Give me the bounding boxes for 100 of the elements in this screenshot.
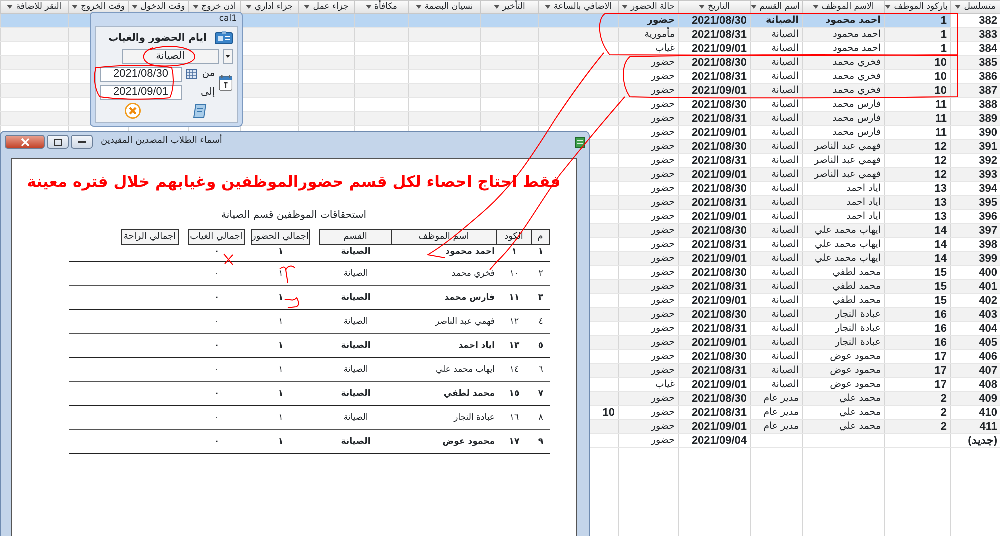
table-cell: احمد محمود: [802, 28, 884, 42]
table-cell: الصيانة: [750, 168, 802, 182]
dropdown-caret-icon[interactable]: [494, 4, 500, 9]
close-button[interactable]: [5, 135, 45, 149]
table-cell: 12: [884, 168, 950, 182]
table-cell: ١٦: [497, 406, 532, 430]
table-cell: (جديد): [950, 434, 1000, 448]
table-cell: الصيانة: [750, 196, 802, 210]
column-header[interactable]: نسيان البصمة: [408, 0, 480, 14]
table-cell: الصيانة: [750, 336, 802, 350]
table-cell: 1: [884, 14, 950, 28]
table-cell: ٣: [532, 286, 550, 310]
column-header[interactable]: التاريخ: [678, 0, 750, 14]
table-cell: ١: [252, 358, 310, 382]
table-cell: ٠: [189, 245, 245, 262]
window-title: cal1: [219, 14, 237, 24]
dropdown-caret-icon[interactable]: [7, 4, 14, 9]
table-cell: 2: [884, 392, 950, 406]
table-cell: ١: [252, 310, 310, 334]
column-header[interactable]: النقر للاضافة: [0, 0, 68, 14]
column-header[interactable]: اذن خروج: [188, 0, 240, 14]
dropdown-caret-icon[interactable]: [622, 4, 628, 9]
table-cell: 2021/08/30: [678, 392, 750, 406]
table-cell: 2021/08/31: [678, 280, 750, 294]
table-cell: فارس محمد: [392, 286, 497, 310]
column-header[interactable]: الاسم الموظف: [802, 0, 884, 14]
dropdown-caret-icon[interactable]: [246, 4, 252, 9]
column-header: اجمالي الغياب: [188, 229, 245, 246]
column-header[interactable]: الاضافي بالساعة: [538, 0, 618, 14]
table-cell: ٠: [189, 262, 245, 286]
table-cell: الصيانة: [750, 308, 802, 322]
dropdown-caret-icon[interactable]: [544, 4, 551, 9]
table-cell: 391: [950, 140, 1000, 154]
dropdown-caret-icon[interactable]: [366, 4, 372, 9]
table-cell: الصيانة: [320, 358, 392, 382]
table-cell: 411: [950, 420, 1000, 434]
table-cell: حضور: [618, 168, 678, 182]
table-cell: حضور: [618, 140, 678, 154]
dropdown-caret-icon[interactable]: [72, 4, 78, 9]
column-header[interactable]: مكافأة: [354, 0, 408, 14]
report-heading: استحقاقات الموظفين قسم الصيانة: [222, 209, 366, 224]
table-cell: 17: [884, 364, 950, 378]
notepad-icon[interactable]: [192, 103, 208, 119]
table-cell: الصيانة: [750, 252, 802, 266]
dropdown-caret-icon[interactable]: [955, 4, 962, 9]
table-cell: عبادة النجار: [802, 336, 884, 350]
table-cell: ٨: [532, 406, 550, 430]
dropdown-caret-icon[interactable]: [304, 4, 310, 9]
column-header: القسم: [319, 229, 392, 246]
column-header[interactable]: اسم القسم: [750, 0, 802, 14]
table-cell: ١: [252, 382, 310, 406]
app-icon: [575, 136, 585, 148]
column-header[interactable]: حالة الحضور: [618, 0, 678, 14]
calendar-grid-icon[interactable]: [186, 69, 197, 79]
maximize-button[interactable]: [47, 135, 69, 149]
column-header[interactable]: باركود الموظف: [884, 0, 950, 14]
column-header[interactable]: التأخير: [480, 0, 538, 14]
table-cell: حضور: [618, 252, 678, 266]
column-header[interactable]: جزاء اداري: [240, 0, 298, 14]
table-cell: 14: [884, 224, 950, 238]
table-cell: ١٧: [497, 430, 532, 454]
table-cell: ايهاب محمد علي: [392, 358, 497, 382]
table-cell: ٠: [189, 382, 245, 406]
table-cell: ٥: [532, 334, 550, 358]
table-cell: 2021/09/01: [678, 252, 750, 266]
table-cell: حضور: [618, 280, 678, 294]
department-combo[interactable]: الصيانة: [122, 48, 219, 64]
date-field[interactable]: 2021/08/30: [100, 66, 182, 82]
table-cell: الصيانة: [320, 334, 392, 358]
table-cell: الصيانة: [750, 14, 802, 28]
table-cell: ٠: [189, 358, 245, 382]
dropdown-caret-icon[interactable]: [698, 4, 705, 9]
table-cell: 2021/08/31: [678, 28, 750, 42]
column-header[interactable]: وقت الدخول: [128, 0, 188, 14]
column-header[interactable]: متسلسل: [950, 0, 1000, 14]
table-cell: اياد احمد: [802, 196, 884, 210]
table-cell: ايهاب محمد علي: [802, 224, 884, 238]
field-label: من: [201, 67, 216, 81]
dropdown-caret-icon[interactable]: [812, 4, 819, 9]
table-cell: فهمي عبد الناصر: [392, 310, 497, 334]
table-cell: 393: [950, 168, 1000, 182]
table-cell: 13: [884, 196, 950, 210]
date-field[interactable]: 2021/09/01: [100, 84, 182, 100]
column-header[interactable]: جزاء عمل: [298, 0, 354, 14]
table-cell: محمد لطفي: [802, 280, 884, 294]
column-header: اجمالي الحضور: [251, 229, 310, 246]
table-cell: 2021/08/30: [678, 224, 750, 238]
table-cell: الصيانة: [750, 56, 802, 70]
dropdown-caret-icon[interactable]: [416, 4, 422, 9]
table-cell: حضور: [618, 308, 678, 322]
table-cell: 16: [884, 308, 950, 322]
column-header[interactable]: وقت الخروج: [68, 0, 128, 14]
table-cell: 403: [950, 308, 1000, 322]
table-cell: الصيانة: [750, 84, 802, 98]
table-cell: ٠: [189, 430, 245, 454]
table-cell: حضور: [618, 434, 678, 448]
table-cell: ١: [252, 286, 310, 310]
table-cell: احمد محمود: [392, 245, 497, 262]
minimize-button[interactable]: [71, 135, 93, 149]
table-cell: الصيانة: [320, 382, 392, 406]
